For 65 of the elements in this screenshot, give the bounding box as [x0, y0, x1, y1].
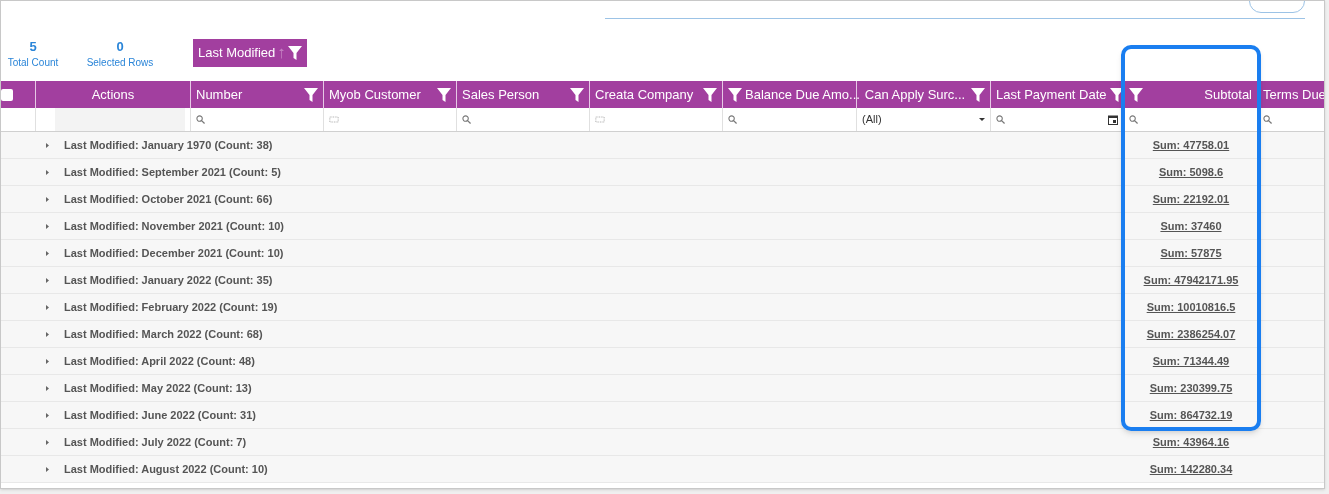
calendar-icon[interactable] [1108, 114, 1118, 125]
filter-icon[interactable] [304, 87, 318, 102]
expand-arrow-icon[interactable] [46, 169, 49, 175]
expand-arrow-icon[interactable] [46, 223, 49, 229]
group-label: Last Modified: October 2021 (Count: 66) [64, 191, 273, 207]
search-icon [462, 115, 471, 124]
group-label: Last Modified: June 2022 (Count: 31) [64, 407, 256, 423]
group-label: Last Modified: January 1970 (Count: 38) [64, 137, 273, 153]
group-label: Last Modified: September 2021 (Count: 5) [64, 164, 281, 180]
expand-arrow-icon[interactable] [46, 331, 49, 337]
expand-arrow-icon[interactable] [46, 250, 49, 256]
group-label: Last Modified: August 2022 (Count: 10) [64, 461, 268, 477]
group-label: Last Modified: May 2022 (Count: 13) [64, 380, 252, 396]
group-sum-link[interactable]: Sum: 22192.01 [1124, 190, 1258, 208]
expand-arrow-icon[interactable] [46, 412, 49, 418]
filter-icon[interactable] [288, 46, 303, 60]
expand-arrow-icon[interactable] [46, 196, 49, 202]
group-label: Last Modified: November 2021 (Count: 10) [64, 218, 285, 234]
filter-icon[interactable] [728, 87, 742, 102]
filter-icon[interactable] [703, 87, 717, 102]
filter-dropdown[interactable]: (All) [862, 111, 985, 128]
filter-icon[interactable] [1129, 87, 1143, 102]
group-sum-link[interactable]: Sum: 47758.01 [1124, 136, 1258, 154]
search-icon [996, 115, 1005, 124]
search-icon [728, 115, 737, 124]
expand-arrow-icon[interactable] [46, 142, 49, 148]
group-sum-link[interactable]: Sum: 47942171.95 [1124, 271, 1258, 289]
group-sum-link[interactable]: Sum: 10010816.5 [1124, 298, 1258, 316]
group-label: Last Modified: December 2021 (Count: 10) [64, 245, 284, 261]
text-filter-icon [595, 116, 605, 123]
group-by-chip[interactable]: Last Modified [193, 39, 308, 67]
caret-icon [979, 118, 985, 121]
count-value: 5 [29, 39, 37, 55]
expand-arrow-icon[interactable] [46, 439, 49, 445]
search-icon [1263, 115, 1272, 124]
filter-icon[interactable] [1109, 87, 1124, 102]
group-sum-link[interactable]: Sum: 71344.49 [1124, 352, 1258, 370]
filter-icon[interactable] [971, 87, 985, 102]
text-filter-icon [329, 116, 339, 123]
group-sum-link[interactable]: Sum: 142280.34 [1124, 460, 1258, 478]
search-icon [196, 115, 205, 124]
search-icon [1129, 115, 1138, 124]
group-sum-link[interactable]: Sum: 37460 [1124, 217, 1258, 235]
count-label: Selected Rows [86, 56, 154, 70]
filter-icon[interactable] [570, 87, 584, 102]
group-label: Last Modified: March 2022 (Count: 68) [64, 326, 263, 342]
expand-arrow-icon[interactable] [46, 277, 49, 283]
group-label: Last Modified: July 2022 (Count: 7) [64, 434, 247, 450]
checkbox[interactable] [1, 88, 13, 101]
group-sum-link[interactable]: Sum: 2386254.07 [1124, 325, 1258, 343]
expand-arrow-icon[interactable] [46, 466, 49, 472]
group-label: Last Modified: January 2022 (Count: 35) [64, 272, 273, 288]
group-sum-link[interactable]: Sum: 230399.75 [1124, 379, 1258, 397]
group-label: Last Modified: February 2022 (Count: 19) [64, 299, 278, 315]
expand-arrow-icon[interactable] [46, 385, 49, 391]
filter-icon[interactable] [437, 87, 451, 102]
expand-arrow-icon[interactable] [46, 358, 49, 364]
group-sum-link[interactable]: Sum: 5098.6 [1124, 163, 1258, 181]
group-sum-link[interactable]: Sum: 57875 [1124, 244, 1258, 262]
group-sum-link[interactable]: Sum: 43964.16 [1124, 433, 1258, 451]
group-label: Last Modified: April 2022 (Count: 48) [64, 353, 255, 369]
group-sum-link[interactable]: Sum: 864732.19 [1124, 406, 1258, 424]
count-value: 0 [116, 39, 124, 55]
expand-arrow-icon[interactable] [46, 304, 49, 310]
count-label: Total Count [7, 56, 59, 70]
